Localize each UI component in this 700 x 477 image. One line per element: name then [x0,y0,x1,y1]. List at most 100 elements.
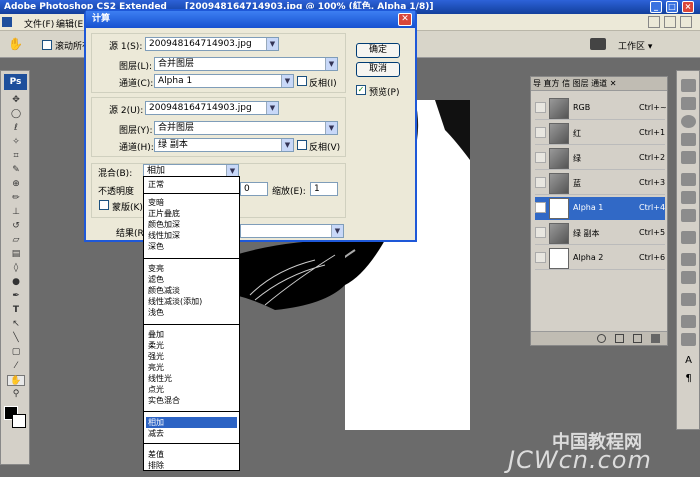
visibility-icon[interactable] [535,152,546,163]
notes-tool-icon[interactable]: ▢ [7,347,25,358]
blend-option[interactable]: 线性加深 [146,230,237,241]
restore-doc-icon[interactable] [664,16,676,28]
load-selection-icon[interactable] [597,334,606,343]
hand-tool-icon[interactable]: ✋ [7,375,25,386]
invert1-checkbox[interactable] [297,76,307,86]
clone-source-icon[interactable] [681,293,696,306]
visibility-icon[interactable] [535,102,546,113]
brushes-icon[interactable] [681,253,696,266]
eyedropper-icon[interactable]: ⁄ [7,361,25,372]
blend-option[interactable]: 点光 [146,384,237,395]
palette-well-icon[interactable] [590,38,606,50]
blend-option[interactable]: 颜色加深 [146,219,237,230]
offset-input[interactable]: 0 [240,182,268,196]
paragraph-icon[interactable]: ¶ [681,373,696,386]
min-doc-icon[interactable] [648,16,660,28]
layer-comps-icon[interactable] [681,191,696,204]
visibility-icon[interactable] [535,227,546,238]
blend-option[interactable]: 强光 [146,351,237,362]
histogram-icon[interactable] [681,97,696,110]
visibility-icon[interactable] [535,177,546,188]
blend-option[interactable]: 线性减淡(添加) [146,296,237,307]
maximize-icon[interactable]: □ [666,1,678,13]
channel-row-green[interactable]: 绿 Ctrl+2 [535,147,665,170]
brush-tool-icon[interactable]: ✏ [7,193,25,204]
result-select[interactable]: ▼ [240,224,344,238]
delete-channel-icon[interactable] [651,334,660,343]
color-icon[interactable] [681,133,696,146]
channel-row-alpha2[interactable]: Alpha 2 Ctrl+6 [535,247,665,270]
mask-checkbox[interactable] [99,200,109,210]
scroll-all-checkbox[interactable] [42,40,52,50]
lasso-tool-icon[interactable]: ℓ [7,123,25,134]
layer2-select[interactable]: 合并图层 ▼ [154,121,338,135]
blend-option[interactable]: 滤色 [146,274,237,285]
channel-row-alpha1[interactable]: 👁 Alpha 1 Ctrl+4 [535,197,665,220]
slice-tool-icon[interactable]: ✎ [7,165,25,176]
styles-icon[interactable] [681,209,696,222]
workspace-menu[interactable]: 工作区 ▾ [618,39,652,52]
marquee-tool-icon[interactable]: ◯ [7,109,25,120]
invert2-checkbox[interactable] [297,140,307,150]
visibility-icon[interactable] [535,252,546,263]
close-icon[interactable]: × [682,1,694,13]
channel-row-blue[interactable]: 蓝 Ctrl+3 [535,172,665,195]
blend-option[interactable]: 线性光 [146,373,237,384]
blend-option[interactable]: 变暗 [146,197,237,208]
eye-icon[interactable]: 👁 [535,202,546,213]
blend-option[interactable]: 浅色 [146,307,237,318]
channel-row-green-copy[interactable]: 绿 副本 Ctrl+5 [535,222,665,245]
channel1-select[interactable]: Alpha 1 ▼ [154,74,294,88]
cancel-button[interactable]: 取消 [356,62,400,77]
blend-option[interactable]: 柔光 [146,340,237,351]
history-brush-icon[interactable]: ↺ [7,221,25,232]
visibility-icon[interactable] [535,127,546,138]
channel2-select[interactable]: 绿 副本 ▼ [154,138,294,152]
blur-tool-icon[interactable]: ◊ [7,263,25,274]
navigator-icon[interactable] [681,79,696,92]
blend-option[interactable]: 亮光 [146,362,237,373]
path-select-icon[interactable]: ↖ [7,319,25,330]
blend-option[interactable]: 排除 [146,460,237,471]
close-doc-icon[interactable] [680,16,692,28]
blend-option-selected[interactable]: 相加 [146,417,237,428]
preview-checkbox[interactable]: ✓ [356,85,366,95]
menu-edit[interactable]: 编辑(E) [56,17,87,30]
pen-tool-icon[interactable]: ✒ [7,291,25,302]
panel-tabs[interactable]: 导 直方 信 图层 通道 ✕ [531,77,667,91]
blend-option[interactable]: 深色 [146,241,237,252]
eraser-tool-icon[interactable]: ▱ [7,235,25,246]
measurement-icon[interactable] [681,315,696,328]
animation-icon[interactable] [681,333,696,346]
blend-option[interactable]: 正常 [146,179,237,190]
type-tool-icon[interactable]: T [7,305,25,316]
source2-select[interactable]: 200948164714903.jpg ▼ [145,101,279,115]
blend-option[interactable]: 减去 [146,428,237,439]
minimize-icon[interactable]: _ [650,1,662,13]
stamp-tool-icon[interactable]: ⊥ [7,207,25,218]
zoom-tool-icon[interactable]: ⚲ [7,389,25,400]
swatches-icon[interactable] [681,151,696,164]
dialog-close-icon[interactable]: ✕ [398,13,412,26]
magic-wand-icon[interactable]: ✧ [7,137,25,148]
healing-brush-icon[interactable]: ⊕ [7,179,25,190]
ok-button[interactable]: 确定 [356,43,400,58]
channel-row-red[interactable]: 红 Ctrl+1 [535,122,665,145]
line-tool-icon[interactable]: ╲ [7,333,25,344]
dodge-tool-icon[interactable]: ● [7,277,25,288]
menu-file[interactable]: 文件(F) [24,17,54,30]
source1-select[interactable]: 200948164714903.jpg ▼ [145,37,279,51]
blend-option[interactable]: 颜色减淡 [146,285,237,296]
move-tool-icon[interactable]: ✥ [7,95,25,106]
channel-row-rgb[interactable]: RGB Ctrl+~ [535,97,667,120]
tool-presets-icon[interactable] [681,271,696,284]
paths-icon[interactable] [681,231,696,244]
scale-input[interactable]: 1 [310,182,338,196]
info-icon[interactable] [681,115,696,128]
save-selection-icon[interactable] [615,334,624,343]
hand-tool-icon[interactable]: ✋ [8,37,23,51]
blend-option[interactable]: 变亮 [146,263,237,274]
actions-icon[interactable] [681,173,696,186]
ps-menu-icon[interactable] [2,17,12,27]
blend-option[interactable]: 差值 [146,449,237,460]
